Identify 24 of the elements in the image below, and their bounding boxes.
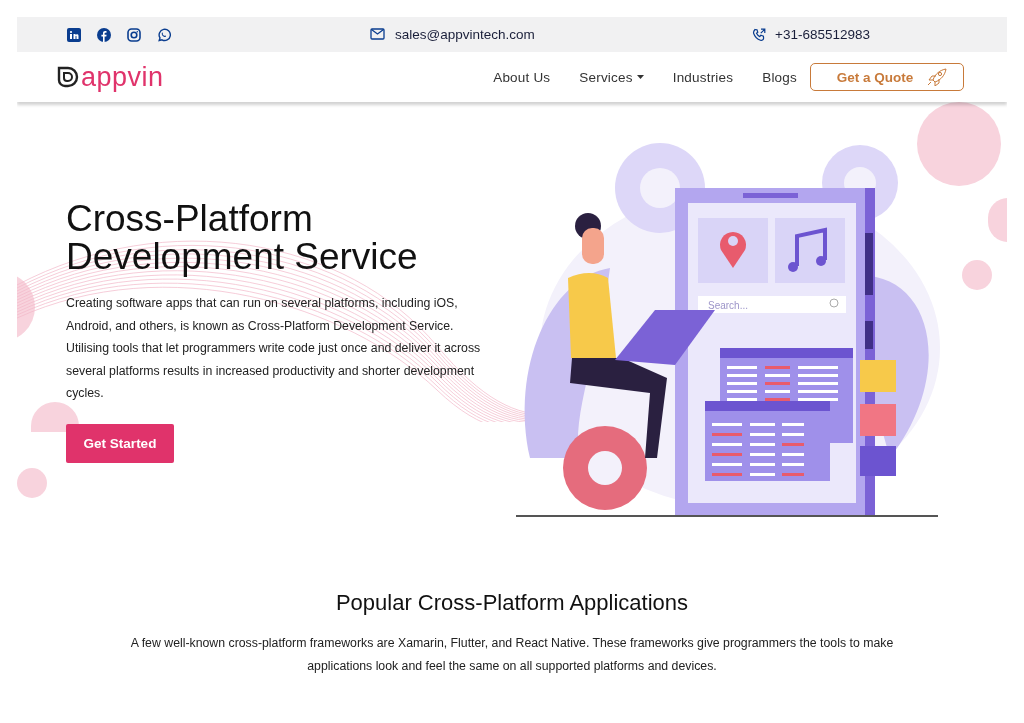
linkedin-icon[interactable]: [67, 27, 81, 42]
section-title: Popular Cross-Platform Applications: [334, 590, 690, 616]
instagram-icon[interactable]: [127, 27, 141, 42]
facebook-icon[interactable]: [97, 27, 111, 42]
decorative-circle: [17, 468, 47, 498]
section-description: A few well-known cross-platform frameworks are Xamarin, Flutter, and React Native. These frameworks give programmers the tools to make applications look and feel the same on all supported platforms and devices.: [129, 635, 895, 675]
get-started-button[interactable]: Get Started: [66, 423, 174, 463]
nav-link[interactable]: Services: [579, 69, 644, 85]
nav-link[interactable]: Blogs: [762, 69, 797, 85]
decorative-circle: [962, 260, 992, 290]
rocket-icon: [927, 68, 948, 86]
mail-icon: [370, 28, 385, 41]
phone-link[interactable]: +31-685512983: [775, 27, 870, 42]
hero-description: Creating software apps that can run on several platforms, including iOS, Android, and others, is known as Cross-Platform Development Service. Utilising tools that let programmers write code just once and deliver it across several platforms results in increased productivity and shorter development cycles.: [66, 295, 482, 402]
email-link[interactable]: sales@appvintech.com: [395, 27, 535, 42]
nav-link[interactable]: Industries: [672, 69, 734, 85]
logo-text[interactable]: appvin: [81, 63, 164, 91]
nav-link[interactable]: About Us: [493, 69, 551, 85]
hero-title: Cross-Platform Development Service: [66, 200, 419, 276]
phone-icon: [752, 27, 766, 42]
whatsapp-icon[interactable]: [157, 27, 171, 42]
logo-icon: [57, 66, 79, 88]
search-placeholder-text: Search...: [708, 300, 749, 311]
caret-icon: [636, 75, 644, 79]
